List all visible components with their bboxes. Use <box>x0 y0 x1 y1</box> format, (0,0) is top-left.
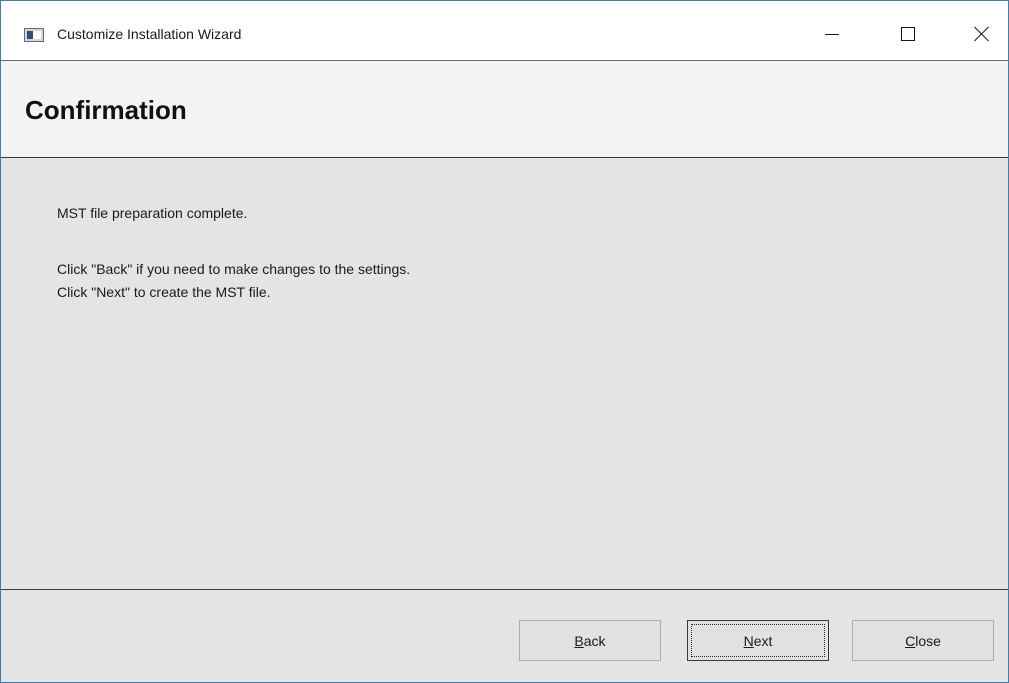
page-header: Confirmation <box>1 60 1008 158</box>
close-icon <box>974 26 990 42</box>
title-bar[interactable]: Customize Installation Wizard <box>1 1 1008 60</box>
maximize-button[interactable] <box>885 12 931 56</box>
page-title: Confirmation <box>25 95 187 125</box>
minimize-icon <box>825 33 839 35</box>
back-instruction: Click "Back" if you need to make changes… <box>57 261 411 277</box>
next-button[interactable]: Next <box>687 620 829 661</box>
next-accelerator: N <box>743 632 754 649</box>
next-label: ext <box>753 632 773 649</box>
close-accelerator: C <box>905 632 916 649</box>
content-panel: MST file preparation complete. Click "Ba… <box>1 158 1008 589</box>
next-instruction: Click "Next" to create the MST file. <box>57 284 271 300</box>
wizard-window: Customize Installation Wizard Confirmati… <box>0 0 1009 683</box>
status-message: MST file preparation complete. <box>57 205 248 221</box>
close-label: lose <box>915 632 941 649</box>
back-button[interactable]: Back <box>519 620 661 661</box>
footer-bar: Back Next Close <box>1 589 1008 682</box>
app-window-icon <box>24 28 44 42</box>
maximize-icon <box>901 27 915 41</box>
minimize-button[interactable] <box>809 12 855 56</box>
back-label: ack <box>583 632 606 649</box>
close-window-button[interactable] <box>959 12 1005 56</box>
close-button[interactable]: Close <box>852 620 994 661</box>
window-title: Customize Installation Wizard <box>57 26 242 42</box>
back-accelerator: B <box>574 632 584 649</box>
